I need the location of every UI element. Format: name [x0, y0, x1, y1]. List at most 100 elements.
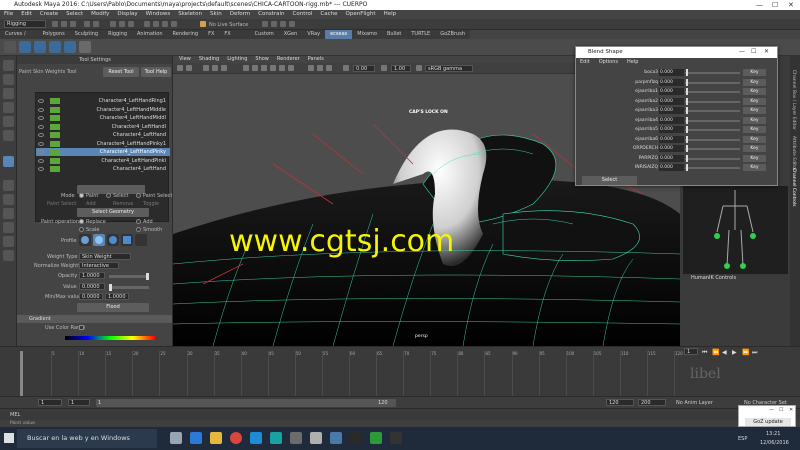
shelf-tab[interactable]: GoZBrush [435, 30, 470, 39]
menu-item[interactable]: Cache [320, 10, 337, 19]
hypershade-icon[interactable] [289, 21, 295, 27]
blend-target-slider[interactable] [685, 167, 740, 169]
menu-item[interactable]: Create [40, 10, 58, 19]
maximize-icon[interactable]: ☐ [779, 407, 783, 413]
visibility-icon[interactable] [38, 107, 44, 112]
shelf-tool-icon[interactable] [64, 41, 76, 53]
select-geometry-button[interactable]: Select Geometry [77, 208, 149, 217]
shelf-tab[interactable]: Bullet [382, 30, 406, 39]
render-settings-icon[interactable] [280, 21, 286, 27]
influence-row[interactable]: Character4_LeftHandPinky [36, 148, 170, 156]
save-scene-icon[interactable] [70, 21, 76, 27]
play-back-icon[interactable]: ◀ [722, 349, 727, 356]
goz-update-button[interactable]: GoZ update [745, 418, 791, 426]
blend-key-button[interactable]: Key [743, 97, 766, 105]
menu-item[interactable]: Control [293, 10, 313, 19]
influence-row[interactable]: Character4_LeftHand [36, 131, 170, 139]
lasso-tool-icon[interactable] [3, 74, 14, 85]
chrome-icon[interactable] [230, 432, 242, 444]
exposure-icon[interactable] [343, 65, 349, 71]
blend-target-value[interactable]: 0.000 [659, 164, 684, 171]
add-radio[interactable] [136, 219, 141, 224]
profile-soft-button[interactable] [93, 234, 105, 246]
viewport-menu-item[interactable]: Show [255, 56, 269, 63]
layout-icon[interactable] [3, 250, 14, 261]
minimize-icon[interactable]: — [739, 48, 745, 55]
maximize-icon[interactable]: ☐ [751, 48, 756, 55]
close-icon[interactable]: ✕ [788, 0, 794, 10]
snap-surface-icon[interactable] [171, 21, 177, 27]
clock-time[interactable]: 13:21 [766, 431, 780, 437]
app-icon[interactable] [270, 432, 282, 444]
blend-key-button[interactable]: Key [743, 107, 766, 114]
shelf-tab[interactable]: Rendering [168, 30, 204, 39]
blend-target-value[interactable]: 0.000 [659, 145, 684, 152]
blend-target-slider[interactable] [685, 119, 740, 122]
blend-menu-item[interactable]: Options [599, 58, 618, 66]
flood-button[interactable]: Flood [77, 303, 149, 312]
blend-target-value[interactable]: 0.000 [659, 107, 684, 114]
four-view-icon[interactable] [3, 194, 14, 205]
maya-icon[interactable] [330, 432, 342, 444]
blend-target-slider[interactable] [685, 100, 740, 103]
blend-target-slider[interactable] [685, 157, 740, 160]
visibility-icon[interactable] [38, 133, 44, 137]
opacity-slider[interactable] [109, 273, 149, 280]
paint-select-tool-icon[interactable] [3, 88, 14, 99]
blend-key-button[interactable]: Key [743, 126, 766, 133]
layout-icon[interactable] [3, 236, 14, 247]
blend-key-button[interactable]: Key [743, 135, 766, 143]
blend-target-value[interactable]: 0.000 [659, 135, 684, 143]
blend-target-slider-handle[interactable] [686, 78, 688, 86]
shelf-tab[interactable]: Animation [132, 30, 168, 39]
open-scene-icon[interactable] [61, 21, 67, 27]
reset-tool-button[interactable]: Reset Tool [103, 67, 139, 77]
blend-target-slider[interactable] [685, 138, 740, 141]
rotate-tool-icon[interactable] [3, 116, 14, 127]
menu-item[interactable]: Select [66, 10, 83, 19]
max-field[interactable]: 1.0000 [105, 293, 129, 300]
visibility-icon[interactable] [38, 141, 44, 146]
scene-start-field[interactable]: 1 [38, 399, 62, 406]
profile-solid-button[interactable] [107, 234, 119, 246]
play-forward-icon[interactable]: ▶ [732, 349, 737, 356]
app-icon[interactable] [250, 432, 262, 444]
blend-menu-item[interactable]: Edit [580, 58, 590, 66]
profile-image-button[interactable] [135, 234, 147, 246]
view-transform-select[interactable]: sRGB gamma [425, 65, 473, 72]
layout-icon[interactable] [3, 222, 14, 233]
humanik-character-view[interactable] [683, 186, 788, 274]
visibility-icon[interactable] [38, 150, 44, 154]
opacity-slider-handle[interactable] [146, 273, 149, 280]
app-icon[interactable] [290, 432, 302, 444]
range-bar[interactable]: 1 120 [96, 399, 396, 407]
current-frame-field[interactable]: 1 [684, 348, 698, 355]
influence-row[interactable]: Character4_LeftHandI [36, 123, 170, 131]
app-icon[interactable] [310, 432, 322, 444]
blend-target-slider[interactable] [685, 110, 740, 112]
profile-gaussian-button[interactable] [79, 234, 91, 246]
blend-key-button[interactable]: Key [743, 88, 766, 95]
smooth-shade-icon[interactable] [252, 65, 258, 71]
scale-radio[interactable] [79, 227, 84, 232]
scale-tool-icon[interactable] [3, 130, 14, 141]
shelf-tool-icon[interactable] [49, 41, 61, 53]
weight-type-select[interactable]: Skin Weight [79, 253, 131, 260]
step-back-icon[interactable]: ⏪ [712, 349, 719, 356]
influence-row[interactable]: Character4_LeftHandPinky1 [36, 140, 170, 148]
viewport-menu-item[interactable]: Shading [199, 56, 219, 63]
shelf-tab[interactable]: VRay [302, 30, 325, 39]
current-time-indicator[interactable] [20, 351, 23, 397]
side-tab[interactable]: Channel Box / Layer Editor [791, 70, 796, 130]
blend-target-slider-handle[interactable] [686, 97, 688, 105]
minimize-icon[interactable]: — [756, 0, 763, 10]
xray-icon[interactable] [317, 65, 323, 71]
command-line[interactable]: MEL [0, 408, 800, 420]
shelf-tab[interactable]: FX Caching [219, 30, 249, 46]
blend-target-value[interactable]: 0.000 [659, 116, 684, 124]
shadows-icon[interactable] [288, 65, 294, 71]
shelf-tab[interactable]: TURTLE [406, 30, 435, 39]
wireframe-icon[interactable] [243, 65, 249, 71]
blend-target-slider[interactable] [685, 81, 740, 84]
undo-icon[interactable] [84, 21, 90, 27]
